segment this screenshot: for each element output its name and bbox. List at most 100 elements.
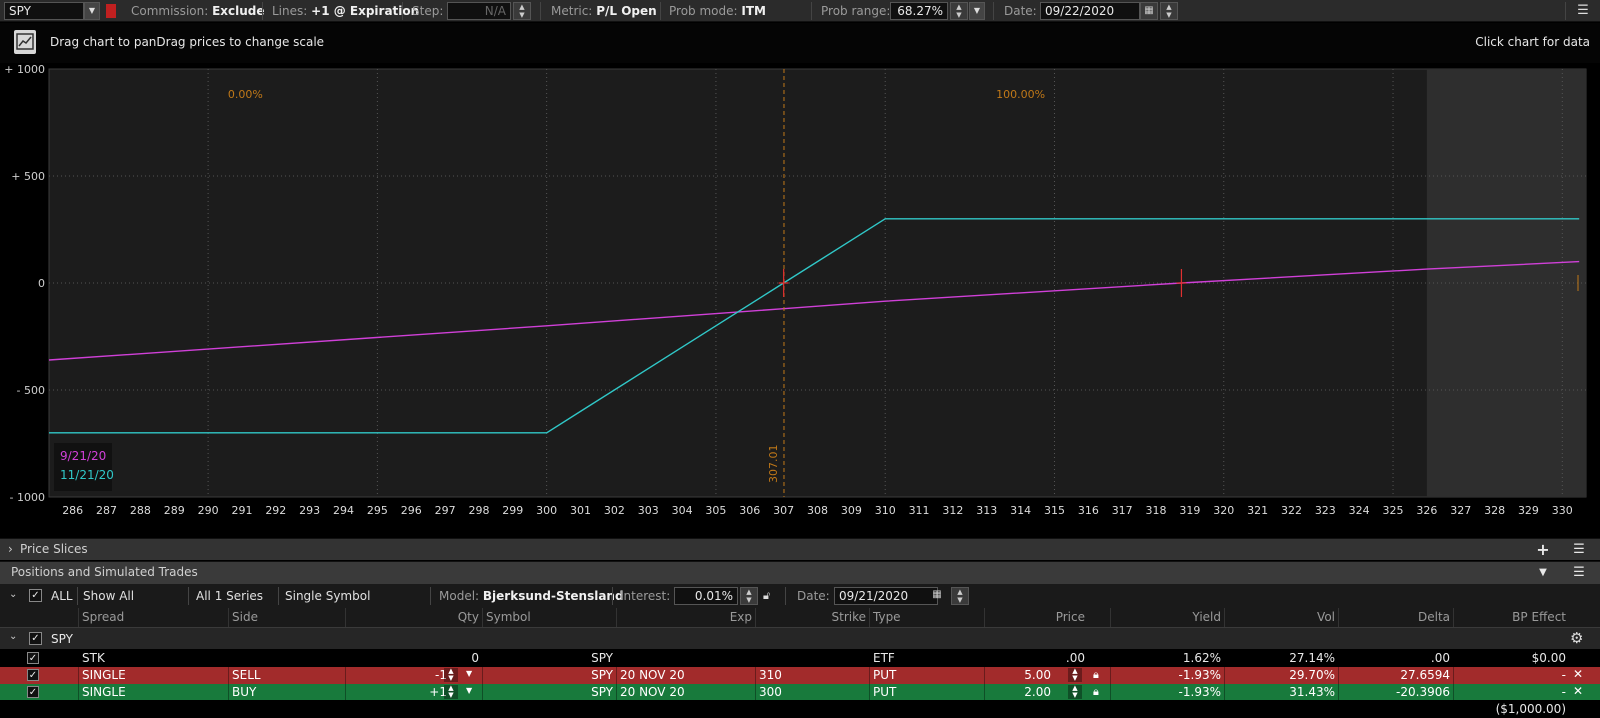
col-exp[interactable]: Exp bbox=[616, 608, 755, 627]
menu-icon[interactable]: ☰ bbox=[1574, 2, 1592, 20]
cell-delta: -20.3906 bbox=[1338, 684, 1453, 701]
cell-spread[interactable]: SINGLE bbox=[78, 684, 228, 701]
interest-input[interactable]: 0.01% bbox=[674, 587, 738, 605]
cell-qty[interactable]: +1 bbox=[345, 684, 450, 701]
cell-spread[interactable]: SINGLE bbox=[78, 667, 228, 684]
col-delta[interactable]: Delta bbox=[1338, 608, 1453, 627]
col-side[interactable]: Side bbox=[228, 608, 345, 627]
model-value[interactable]: Bjerksund-Stensland bbox=[483, 589, 624, 603]
cell-price[interactable]: 5.00 bbox=[984, 667, 1054, 684]
date-input[interactable]: 09/21/2020 bbox=[834, 587, 938, 605]
table-row[interactable]: ✓ STK 0 SPY ETF .00 1.62% 27.14% .00 $0.… bbox=[0, 650, 1600, 667]
price-slices-bar[interactable]: › Price Slices + ☰ bbox=[0, 538, 1600, 560]
table-row[interactable]: ✓ SINGLE SELL -1 ▲ ▼ ▼ SPY 20 NOV 20 310 … bbox=[0, 667, 1600, 684]
commission-value[interactable]: Exclude bbox=[212, 4, 264, 18]
model-label: Model: bbox=[439, 589, 480, 603]
calendar-icon[interactable]: ▦ bbox=[928, 587, 946, 605]
cell-qty[interactable]: -1 bbox=[345, 667, 450, 684]
lines-control[interactable]: Lines: +1 @ Expiration bbox=[272, 0, 419, 22]
price-spinner[interactable]: ▲ ▼ bbox=[1068, 685, 1082, 699]
row-checkbox[interactable]: ✓ bbox=[27, 652, 39, 664]
calendar-icon[interactable]: ▦ bbox=[1140, 2, 1158, 20]
row-checkbox[interactable]: ✓ bbox=[27, 669, 39, 681]
col-bp-effect[interactable]: BP Effect bbox=[1453, 608, 1569, 627]
cell-strike[interactable]: 310 bbox=[755, 667, 869, 684]
prob-range-spinner[interactable]: ▲ ▼ bbox=[950, 2, 968, 20]
x-tick-label: 294 bbox=[333, 504, 354, 517]
cell-qty[interactable]: 0 bbox=[345, 650, 482, 667]
date-spinner[interactable]: ▲ ▼ bbox=[1160, 2, 1178, 20]
cell-exp[interactable]: 20 NOV 20 bbox=[616, 684, 755, 701]
col-spread[interactable]: Spread bbox=[78, 608, 228, 627]
lock-icon[interactable]: 🔒︎ bbox=[1093, 685, 1099, 699]
group-checkbox[interactable]: ✓ bbox=[29, 632, 42, 645]
cell-strike[interactable]: 300 bbox=[755, 684, 869, 701]
totals-row: ($1,000.00) bbox=[0, 700, 1600, 718]
lock-icon[interactable]: 🔓︎ bbox=[763, 589, 770, 603]
pl-chart[interactable]: + 1000 + 500 0 - 500 - 1000 286 287 288 289 290 2… bbox=[0, 63, 1600, 535]
metric-value[interactable]: P/L Open bbox=[596, 4, 656, 18]
chevron-down-icon[interactable]: ⌄ bbox=[9, 631, 17, 642]
metric-control[interactable]: Metric: P/L Open bbox=[551, 0, 657, 22]
col-strike[interactable]: Strike bbox=[755, 608, 869, 627]
prob-mode-control[interactable]: Prob mode: ITM bbox=[669, 0, 766, 22]
cell-vol[interactable]: 29.70% bbox=[1224, 667, 1338, 684]
single-symbol-dropdown[interactable]: Single Symbol bbox=[285, 589, 425, 603]
group-row-spy[interactable]: ⌄ ✓ SPY ⚙ bbox=[0, 627, 1600, 649]
cell-type[interactable]: PUT bbox=[869, 667, 984, 684]
close-icon[interactable]: ✕ bbox=[1573, 667, 1583, 681]
color-swatch-icon[interactable] bbox=[106, 4, 116, 18]
symbol-input[interactable]: SPY bbox=[4, 2, 84, 20]
menu-icon[interactable]: ☰ bbox=[1568, 539, 1590, 561]
cell-side[interactable]: SELL bbox=[228, 667, 345, 684]
col-symbol[interactable]: Symbol bbox=[482, 608, 616, 627]
cell-type[interactable]: PUT bbox=[869, 684, 984, 701]
row-checkbox[interactable]: ✓ bbox=[27, 686, 39, 698]
x-tick-label: 330 bbox=[1552, 504, 1573, 517]
model-control[interactable]: Model: Bjerksund-Stensland bbox=[439, 589, 624, 603]
date-input[interactable]: 09/22/2020 bbox=[1040, 2, 1140, 20]
close-icon[interactable]: ✕ bbox=[1573, 684, 1583, 698]
step-input[interactable]: N/A bbox=[447, 2, 511, 20]
step-spinner[interactable]: ▲ ▼ bbox=[513, 2, 531, 20]
col-yield[interactable]: Yield bbox=[1110, 608, 1224, 627]
lock-icon[interactable]: 🔒︎ bbox=[1093, 668, 1099, 682]
x-tick-label: 321 bbox=[1247, 504, 1268, 517]
cell-symbol: SPY bbox=[482, 650, 616, 667]
cell-price[interactable]: .00 bbox=[984, 650, 1088, 667]
price-spinner[interactable]: ▲ ▼ bbox=[1068, 668, 1082, 682]
chevron-right-icon[interactable]: › bbox=[8, 539, 13, 560]
qty-dropdown-icon[interactable]: ▼ bbox=[466, 669, 472, 678]
click-chart-hint: Click chart for data bbox=[1475, 35, 1590, 49]
table-row[interactable]: ✓ SINGLE BUY +1 ▲ ▼ ▼ SPY 20 NOV 20 300 P… bbox=[0, 684, 1600, 701]
select-all-checkbox[interactable]: ✓ bbox=[29, 589, 42, 602]
show-all-dropdown[interactable]: Show All bbox=[83, 589, 183, 603]
col-vol[interactable]: Vol bbox=[1224, 608, 1338, 627]
positions-bar[interactable]: Positions and Simulated Trades ▼ ☰ bbox=[0, 561, 1600, 584]
cell-vol[interactable]: 31.43% bbox=[1224, 684, 1338, 701]
prob-range-input[interactable]: 68.27% bbox=[890, 2, 948, 20]
menu-icon[interactable]: ☰ bbox=[1568, 562, 1590, 584]
prob-range-dropdown-icon[interactable]: ▼ bbox=[969, 2, 985, 20]
date-label: Date: bbox=[1004, 4, 1037, 18]
prob-mode-value[interactable]: ITM bbox=[741, 4, 766, 18]
col-qty[interactable]: Qty bbox=[345, 608, 482, 627]
chart-settings-icon[interactable] bbox=[14, 30, 36, 54]
col-price[interactable]: Price bbox=[984, 608, 1088, 627]
cell-price[interactable]: 2.00 bbox=[984, 684, 1054, 701]
add-icon[interactable]: + bbox=[1532, 539, 1554, 561]
series-dropdown[interactable]: All 1 Series bbox=[196, 589, 276, 603]
commission-control[interactable]: Commission: Exclude bbox=[131, 0, 265, 22]
symbol-dropdown-icon[interactable]: ▼ bbox=[84, 2, 100, 20]
interest-spinner[interactable]: ▲ ▼ bbox=[740, 587, 758, 605]
chevron-down-icon[interactable]: ⌄ bbox=[9, 589, 17, 600]
qty-dropdown-icon[interactable]: ▼ bbox=[466, 686, 472, 695]
qty-spinner[interactable]: ▲ ▼ bbox=[444, 685, 458, 699]
collapse-icon[interactable]: ▼ bbox=[1532, 562, 1554, 584]
cell-side[interactable]: BUY bbox=[228, 684, 345, 701]
cell-exp[interactable]: 20 NOV 20 bbox=[616, 667, 755, 684]
date-spinner[interactable]: ▲ ▼ bbox=[951, 587, 969, 605]
qty-spinner[interactable]: ▲ ▼ bbox=[444, 668, 458, 682]
col-type[interactable]: Type bbox=[869, 608, 984, 627]
gear-icon[interactable]: ⚙ bbox=[1570, 629, 1583, 647]
